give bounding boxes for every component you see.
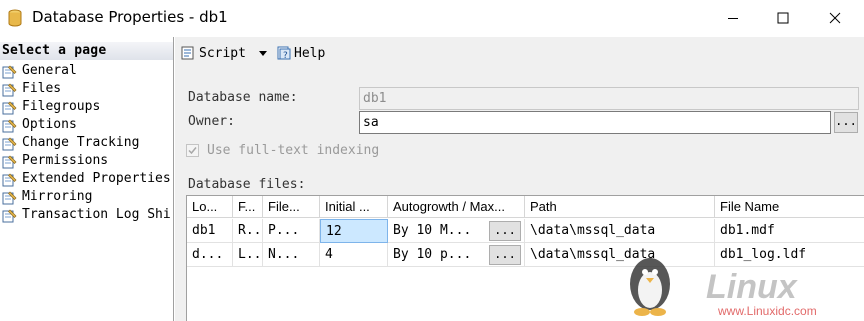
svg-text:?: ?	[283, 51, 288, 61]
page-item[interactable]: Transaction Log Shi	[2, 206, 171, 224]
page-wrench-icon	[2, 137, 17, 151]
help-button[interactable]: ? Help	[276, 45, 325, 61]
page-item[interactable]: Extended Properties	[2, 170, 171, 188]
page-item[interactable]: Filegroups	[2, 98, 100, 116]
page-wrench-icon	[2, 65, 17, 79]
page-wrench-icon	[2, 173, 17, 187]
script-button[interactable]: Script	[180, 45, 246, 61]
fulltext-label: Use full-text indexing	[207, 143, 380, 158]
page-wrench-icon	[2, 83, 17, 97]
page-item[interactable]: Permissions	[2, 152, 108, 170]
page-item-label: Filegroups	[22, 99, 101, 114]
column-header[interactable]: File Name	[715, 196, 864, 218]
database-name-field[interactable]: db1	[359, 87, 859, 110]
page-wrench-icon	[2, 209, 17, 223]
table-cell[interactable]: db1.mdf	[715, 219, 864, 243]
site-watermark: Linux www.Linuxidc.com	[620, 250, 864, 321]
toolbar: Script ? Help	[175, 37, 864, 71]
column-header[interactable]: Initial ...	[320, 196, 388, 218]
close-icon	[829, 12, 841, 24]
script-label: Script	[199, 45, 246, 61]
page-item-label: Transaction Log Shi	[22, 207, 171, 222]
page-item-label: Mirroring	[22, 189, 93, 204]
column-header[interactable]: F...	[233, 196, 263, 218]
watermark-brand: Linux	[706, 268, 797, 306]
page-item-label: Options	[22, 117, 77, 132]
database-icon	[8, 9, 22, 27]
column-header[interactable]: Lo...	[187, 196, 233, 218]
table-cell[interactable]: 12	[320, 219, 388, 243]
owner-field[interactable]: sa	[359, 111, 831, 134]
select-page-header: Select a page	[0, 42, 173, 60]
minimize-button[interactable]	[710, 0, 756, 36]
page-wrench-icon	[2, 191, 17, 205]
minimize-icon	[728, 18, 738, 19]
owner-browse-button[interactable]: ...	[834, 112, 858, 133]
help-label: Help	[294, 45, 326, 61]
page-wrench-icon	[2, 101, 17, 115]
table-cell[interactable]: N...	[263, 243, 320, 267]
close-button[interactable]	[812, 0, 858, 36]
watermark-site: www.Linuxidc.com	[718, 304, 817, 318]
page-wrench-icon	[2, 155, 17, 169]
script-icon	[181, 46, 194, 60]
page-item-label: Permissions	[22, 153, 109, 168]
table-cell[interactable]: 4	[320, 243, 388, 267]
maximize-icon	[777, 12, 789, 24]
column-header[interactable]: Path	[525, 196, 715, 218]
fulltext-checkbox[interactable]	[186, 144, 199, 157]
page-item-label: Extended Properties	[22, 171, 171, 186]
database-name-label: Database name:	[188, 90, 298, 105]
page-item[interactable]: Change Tracking	[2, 134, 139, 152]
title-bar: Database Properties - db1	[0, 0, 864, 36]
script-dropdown-icon[interactable]	[259, 51, 267, 56]
table-cell[interactable]: L...	[233, 243, 263, 267]
table-cell[interactable]: \data\mssql_data	[525, 219, 715, 243]
autogrowth-edit-button[interactable]: ...	[489, 221, 521, 241]
page-item-label: Change Tracking	[22, 135, 140, 150]
window-title: Database Properties - db1	[32, 8, 228, 26]
table-cell[interactable]: P...	[263, 219, 320, 243]
page-item-label: General	[22, 63, 77, 78]
column-header[interactable]: Autogrowth / Max...	[388, 196, 525, 218]
table-row[interactable]: db1R...P...12By 10 M...\data\mssql_datad…	[187, 219, 864, 243]
autogrowth-edit-button[interactable]: ...	[489, 245, 521, 265]
checkmark-icon	[188, 147, 197, 155]
tux-penguin-icon	[630, 258, 670, 316]
help-icon: ?	[277, 46, 291, 61]
column-header[interactable]: File...	[263, 196, 320, 218]
page-selector-pane: Select a page General Files Filegroups Opti…	[0, 37, 174, 321]
page-item-label: Files	[22, 81, 62, 96]
table-cell[interactable]: db1	[187, 219, 233, 243]
maximize-button[interactable]	[760, 0, 806, 36]
page-item[interactable]: General	[2, 62, 77, 80]
table-cell[interactable]: d...	[187, 243, 233, 267]
grid-header: Lo... F... File... Initial ... Autogrowth / …	[187, 196, 864, 218]
page-item[interactable]: Mirroring	[2, 188, 92, 206]
database-files-label: Database files:	[188, 177, 306, 192]
page-item[interactable]: Files	[2, 80, 61, 98]
table-cell[interactable]: R...	[233, 219, 263, 243]
page-wrench-icon	[2, 119, 17, 133]
page-item[interactable]: Options	[2, 116, 77, 134]
owner-label: Owner:	[188, 114, 235, 129]
